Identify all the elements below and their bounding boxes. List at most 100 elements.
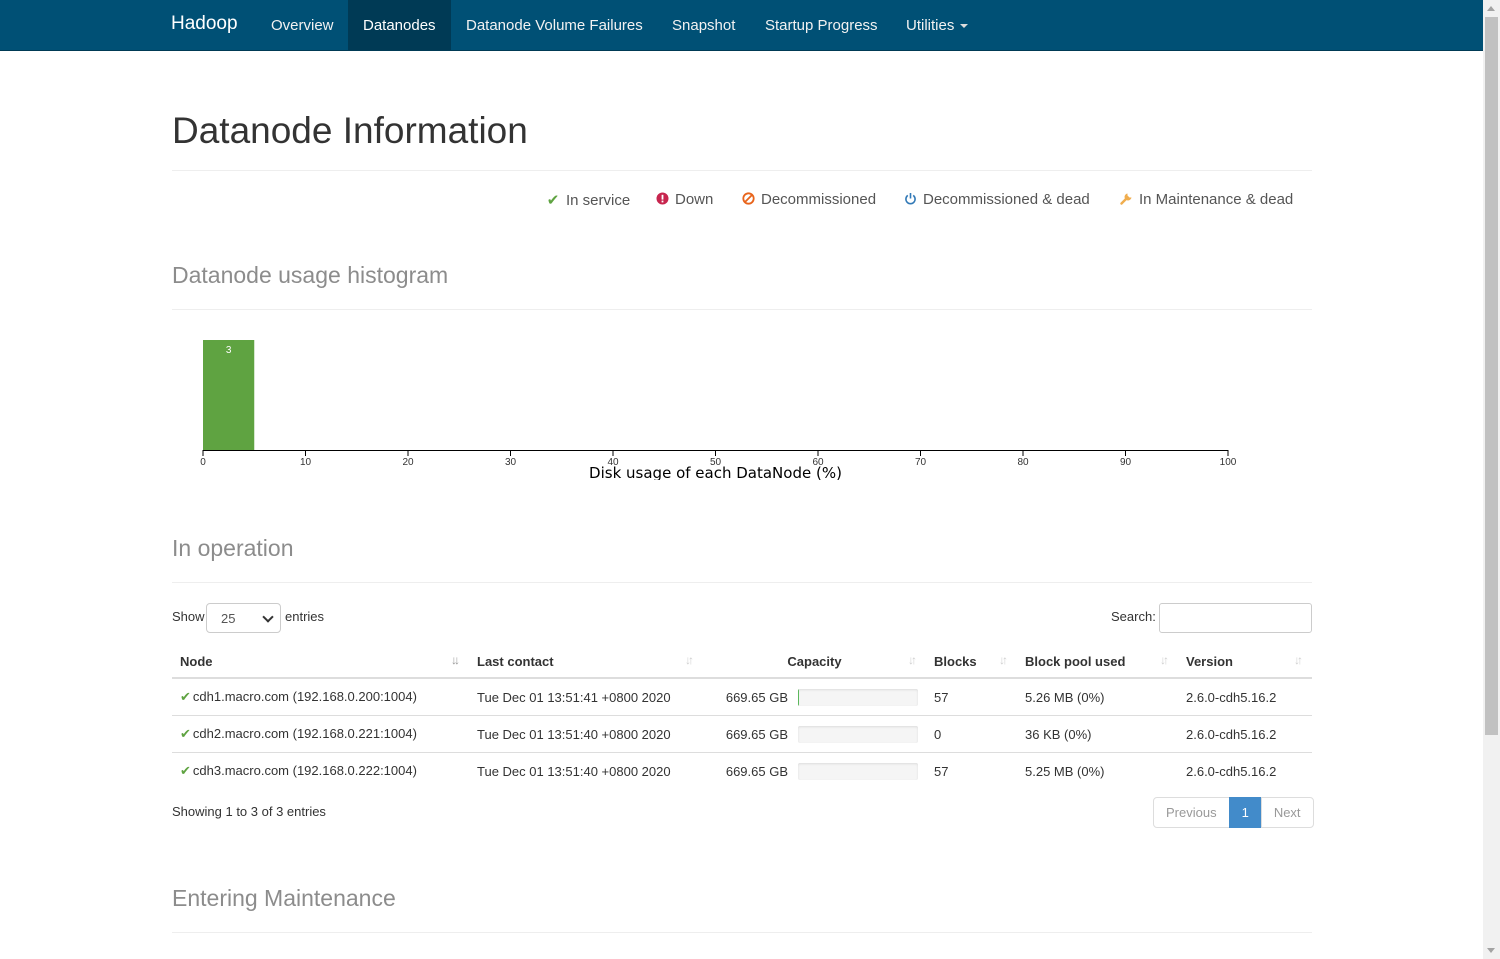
scroll-down-icon[interactable]	[1487, 948, 1495, 953]
divider	[172, 932, 1312, 933]
power-icon	[903, 191, 917, 208]
cell-node: ✔ cdh2.macro.com (192.168.0.221:1004)	[172, 715, 469, 753]
sort-icon: ↓↑	[1294, 653, 1303, 667]
cell-block-pool-used: 5.26 MB (0%)	[1017, 677, 1178, 716]
legend-label: In service	[566, 192, 631, 209]
nav-startup-progress[interactable]: Startup Progress	[750, 0, 893, 51]
cell-last-contact: Tue Dec 01 13:51:40 +0800 2020	[469, 715, 703, 753]
legend-decommissioned-dead: Decommissioned & dead	[903, 191, 1090, 208]
in-operation-heading: In operation	[172, 535, 294, 561]
capacity-progress-fill	[798, 688, 800, 706]
chevron-down-icon	[262, 611, 274, 623]
nav-utilities-dropdown[interactable]: Utilities	[891, 0, 983, 51]
scroll-up-icon[interactable]	[1487, 6, 1495, 11]
scrollbar-thumb[interactable]	[1485, 17, 1498, 735]
x-tick-label: 0	[200, 457, 206, 468]
vertical-scrollbar[interactable]	[1483, 0, 1500, 959]
check-icon: ✔	[180, 763, 191, 778]
wrench-icon	[1119, 191, 1133, 208]
column-label: Version	[1186, 653, 1233, 669]
histogram-bar	[203, 340, 255, 450]
x-tick-label: 80	[1017, 457, 1029, 468]
sort-icon: ↓↑	[999, 653, 1008, 667]
usage-histogram-chart: 30 10 20 30 40 50 60 70 80 90 100Disk usage of eac…	[200, 340, 1237, 480]
legend-decommissioned: Decommissioned	[741, 191, 876, 208]
histogram-bar-label: 3	[226, 345, 232, 356]
caret-down-icon	[960, 24, 969, 29]
histogram-heading: Datanode usage histogram	[172, 262, 449, 288]
nav-datanodes[interactable]: Datanodes	[348, 0, 451, 51]
pagination: Previous 1 Next	[1153, 797, 1314, 828]
legend-label: Decommissioned & dead	[923, 191, 1090, 208]
table-row: ✔ cdh1.macro.com (192.168.0.200:1004) Tue …	[172, 677, 1312, 716]
column-header-node[interactable]: Node ↓↓	[172, 645, 469, 679]
x-tick-label: 10	[300, 457, 312, 468]
nav-datanode-volume-failures[interactable]: Datanode Volume Failures	[451, 0, 658, 51]
divider	[172, 309, 1312, 310]
cell-blocks: 57	[926, 752, 1017, 789]
legend-label: Decommissioned	[761, 191, 877, 208]
legend-in-service: ✔ In service	[546, 191, 631, 209]
cell-version: 2.6.0-cdh5.16.2	[1178, 752, 1312, 789]
page-title: Datanode Information	[172, 110, 528, 151]
legend-label: In Maintenance & dead	[1139, 191, 1294, 208]
nav-utilities-label: Utilities	[906, 17, 955, 34]
column-label: Block pool used	[1025, 653, 1126, 669]
previous-page-button[interactable]: Previous	[1153, 797, 1230, 828]
x-tick-label: 90	[1120, 457, 1132, 468]
nav-overview[interactable]: Overview	[256, 0, 349, 51]
column-label: Last contact	[477, 653, 554, 669]
cell-version: 2.6.0-cdh5.16.2	[1178, 677, 1312, 716]
column-header-blocks[interactable]: Blocks ↓↑	[926, 645, 1017, 679]
nav-snapshot[interactable]: Snapshot	[657, 0, 750, 51]
cell-node: ✔ cdh1.macro.com (192.168.0.200:1004)	[172, 677, 469, 716]
sort-asc-icon: ↓↓	[451, 653, 460, 667]
entering-maintenance-heading: Entering Maintenance	[172, 885, 396, 911]
column-header-version[interactable]: Version ↓↑	[1178, 645, 1312, 679]
cell-block-pool-used: 36 KB (0%)	[1017, 715, 1178, 753]
page-1-button[interactable]: 1	[1228, 797, 1262, 828]
entries-label: entries	[285, 609, 325, 624]
legend-in-maintenance-dead: In Maintenance & dead	[1119, 191, 1293, 208]
x-tick-label: 100	[1220, 457, 1237, 468]
cell-block-pool-used: 5.25 MB (0%)	[1017, 752, 1178, 789]
cell-blocks: 57	[926, 677, 1017, 716]
capacity-progress-bar	[798, 762, 918, 780]
cell-blocks: 0	[926, 715, 1017, 753]
x-axis-label: Disk usage of each DataNode (%)	[589, 464, 842, 480]
next-page-button[interactable]: Next	[1260, 797, 1314, 828]
cell-capacity: 669.65 GB	[703, 715, 926, 753]
check-icon: ✔	[546, 192, 560, 209]
table-header-row: Node ↓↓ Last contact ↓↑ Capacity ↓↑ Blocks ↓…	[172, 645, 1312, 679]
sort-icon: ↓↑	[1160, 653, 1169, 667]
column-header-last-contact[interactable]: Last contact ↓↑	[469, 645, 703, 679]
show-label: Show	[172, 609, 205, 624]
brand-logo[interactable]: Hadoop	[171, 13, 238, 35]
legend-label: Down	[675, 191, 714, 208]
node-name: cdh2.macro.com (192.168.0.221:1004)	[192, 726, 417, 741]
sort-icon: ↓↑	[908, 653, 917, 667]
check-icon: ✔	[180, 726, 191, 741]
check-icon: ✔	[180, 689, 191, 704]
node-name: cdh1.macro.com (192.168.0.200:1004)	[192, 689, 417, 704]
page-size-select[interactable]: 25	[206, 603, 281, 633]
table-row: ✔ cdh2.macro.com (192.168.0.221:1004) Tue …	[172, 715, 1312, 753]
x-tick-label: 30	[505, 457, 517, 468]
cell-version: 2.6.0-cdh5.16.2	[1178, 715, 1312, 753]
column-header-capacity[interactable]: Capacity ↓↑	[703, 645, 926, 679]
table-row: ✔ cdh3.macro.com (192.168.0.222:1004) Tue …	[172, 752, 1312, 789]
capacity-progress-bar	[798, 688, 918, 706]
cell-last-contact: Tue Dec 01 13:51:41 +0800 2020	[469, 677, 703, 716]
capacity-value: 669.65 GB	[725, 763, 788, 779]
exclamation-circle-icon	[655, 191, 669, 208]
column-label: Capacity	[787, 653, 842, 669]
column-label: Node	[180, 653, 213, 669]
column-label: Blocks	[934, 653, 977, 669]
datanodes-table: Node ↓↓ Last contact ↓↑ Capacity ↓↑ Blocks ↓…	[172, 645, 1312, 789]
column-header-block-pool-used[interactable]: Block pool used ↓↑	[1017, 645, 1178, 679]
search-input[interactable]	[1159, 603, 1312, 633]
cell-capacity: 669.65 GB	[703, 677, 926, 716]
capacity-progress-bar	[798, 725, 918, 743]
x-tick-label: 70	[915, 457, 927, 468]
page-size-value: 25	[221, 611, 236, 626]
